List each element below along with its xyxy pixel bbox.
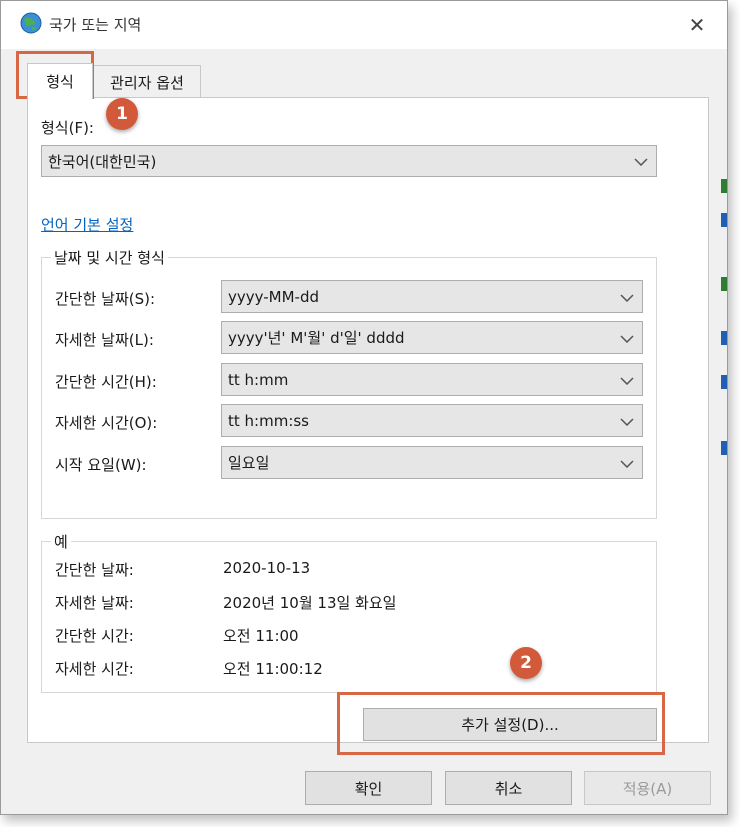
example-short-date-value: 2020-10-13 bbox=[223, 559, 311, 577]
example-group-title: 예 bbox=[51, 531, 71, 552]
tab-admin-options-label: 관리자 옵션 bbox=[110, 74, 184, 92]
tab-format-label: 형식 bbox=[46, 73, 74, 91]
short-time-value: tt h:mm bbox=[228, 370, 289, 389]
step-marker-2-number: 2 bbox=[520, 653, 532, 673]
step-marker-1: 1 bbox=[106, 98, 138, 130]
background-window-edge bbox=[721, 331, 727, 345]
cancel-button[interactable]: 취소 bbox=[445, 771, 572, 805]
apply-button[interactable]: 적용(A) bbox=[584, 771, 711, 805]
first-day-value: 일요일 bbox=[228, 454, 270, 472]
highlight-box-additional-settings bbox=[337, 692, 665, 755]
format-select[interactable]: 한국어(대한민국) bbox=[41, 145, 657, 177]
chevron-down-icon bbox=[620, 329, 634, 347]
long-time-value: tt h:mm:ss bbox=[228, 411, 309, 430]
example-short-time-value: 오전 11:00 bbox=[223, 627, 299, 645]
background-window-edge bbox=[721, 441, 727, 455]
background-window-edge bbox=[721, 375, 727, 389]
short-date-select[interactable]: yyyy-MM-dd bbox=[221, 280, 643, 313]
apply-label: 적용(A) bbox=[622, 779, 673, 798]
close-button[interactable]: ✕ bbox=[677, 9, 717, 41]
long-time-select[interactable]: tt h:mm:ss bbox=[221, 404, 643, 437]
close-icon: ✕ bbox=[688, 13, 706, 37]
chevron-down-icon bbox=[634, 152, 648, 170]
format-select-value: 한국어(대한민국) bbox=[48, 152, 157, 171]
ok-label: 확인 bbox=[354, 779, 383, 798]
tab-admin-options[interactable]: 관리자 옵션 bbox=[93, 65, 201, 99]
example-long-time-label: 자세한 시간: bbox=[55, 660, 134, 678]
background-window-edge bbox=[721, 277, 727, 291]
example-short-date-label: 간단한 날짜: bbox=[55, 561, 134, 579]
title-bar: 국가 또는 지역 ✕ bbox=[1, 1, 727, 49]
ok-button[interactable]: 확인 bbox=[305, 771, 432, 805]
format-label: 형식(F): bbox=[41, 119, 94, 137]
step-marker-2: 2 bbox=[510, 647, 542, 679]
background-window-edge bbox=[721, 213, 727, 227]
chevron-down-icon bbox=[620, 454, 634, 472]
short-date-label: 간단한 날짜(S): bbox=[55, 290, 156, 308]
example-long-date-value: 2020년 10월 13일 화요일 bbox=[223, 594, 397, 612]
datetime-group-title: 날짜 및 시간 형식 bbox=[51, 247, 168, 268]
long-date-select[interactable]: yyyy'년' M'월' d'일' dddd bbox=[221, 321, 643, 354]
step-marker-1-number: 1 bbox=[116, 104, 128, 124]
cancel-label: 취소 bbox=[494, 779, 523, 798]
chevron-down-icon bbox=[620, 371, 634, 389]
short-time-label: 간단한 시간(H): bbox=[55, 373, 157, 391]
example-short-time-label: 간단한 시간: bbox=[55, 627, 134, 645]
short-time-select[interactable]: tt h:mm bbox=[221, 363, 643, 396]
short-date-value: yyyy-MM-dd bbox=[228, 287, 319, 306]
background-window-edge bbox=[721, 179, 727, 193]
long-time-label: 자세한 시간(O): bbox=[55, 414, 158, 432]
language-preferences-link[interactable]: 언어 기본 설정 bbox=[41, 214, 133, 235]
example-long-date-label: 자세한 날짜: bbox=[55, 594, 134, 612]
long-date-label: 자세한 날짜(L): bbox=[55, 331, 154, 349]
window-title: 국가 또는 지역 bbox=[49, 16, 142, 34]
first-day-label: 시작 요일(W): bbox=[55, 456, 147, 474]
first-day-select[interactable]: 일요일 bbox=[221, 446, 643, 479]
chevron-down-icon bbox=[620, 288, 634, 306]
globe-icon bbox=[19, 11, 43, 35]
example-long-time-value: 오전 11:00:12 bbox=[223, 660, 323, 678]
tab-format[interactable]: 형식 bbox=[27, 63, 93, 99]
long-date-value: yyyy'년' M'월' d'일' dddd bbox=[228, 329, 405, 347]
chevron-down-icon bbox=[620, 412, 634, 430]
